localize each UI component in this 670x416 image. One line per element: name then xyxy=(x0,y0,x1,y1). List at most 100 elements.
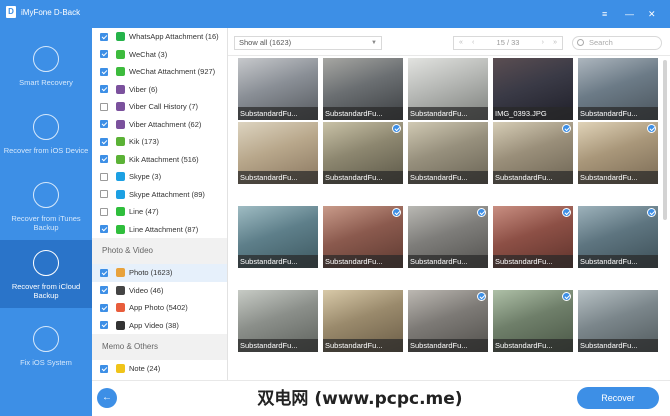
category-row[interactable]: Skype (3) xyxy=(92,168,227,186)
category-checkbox[interactable] xyxy=(100,172,108,181)
category-label: Viber Attachment (62) xyxy=(129,119,202,129)
recover-button[interactable]: Recover xyxy=(577,387,659,409)
category-row[interactable]: WhatsApp Attachment (16) xyxy=(92,28,227,46)
category-label: WeChat (3) xyxy=(129,49,168,59)
category-checkbox[interactable] xyxy=(100,32,108,41)
search-icon xyxy=(577,39,584,46)
scrollbar-thumb[interactable] xyxy=(663,60,667,220)
category-row[interactable]: Note (24) xyxy=(92,360,227,378)
first-page-button[interactable]: « xyxy=(459,37,463,49)
photo-caption: SubstandardFu... xyxy=(578,339,658,352)
photo-thumbnail[interactable]: SubstandardFu... xyxy=(578,206,658,268)
photo-thumbnail[interactable]: SubstandardFu... xyxy=(408,122,488,184)
photo-caption: SubstandardFu... xyxy=(238,339,318,352)
checkmark-icon[interactable] xyxy=(647,208,656,217)
photo-thumbnail[interactable]: SubstandardFu... xyxy=(323,290,403,352)
category-checkbox[interactable] xyxy=(100,67,108,76)
category-row[interactable]: Line Attachment (87) xyxy=(92,221,227,239)
photo-thumbnail[interactable]: SubstandardFu... xyxy=(238,290,318,352)
category-checkbox[interactable] xyxy=(100,268,108,277)
photo-caption: SubstandardFu... xyxy=(578,107,658,120)
category-label: Photo (1623) xyxy=(129,268,173,278)
sidebar-item-phone[interactable]: Recover from iOS Device xyxy=(0,104,92,172)
category-row[interactable]: WeChat (3) xyxy=(92,46,227,64)
checkmark-icon[interactable] xyxy=(477,292,486,301)
category-checkbox[interactable] xyxy=(100,190,108,199)
section-header-photo-video: Photo & Video xyxy=(92,238,227,264)
category-row[interactable]: App Photo (5402) xyxy=(92,299,227,317)
close-button[interactable]: ✕ xyxy=(648,10,656,19)
photo-thumbnail[interactable]: SubstandardFu... xyxy=(408,290,488,352)
photo-caption: SubstandardFu... xyxy=(493,255,573,268)
checkmark-icon[interactable] xyxy=(562,208,571,217)
photo-thumbnail[interactable]: SubstandardFu... xyxy=(578,58,658,120)
category-row[interactable]: Photo (1623) xyxy=(92,264,227,282)
photo-grid: SubstandardFu... SubstandardFu... Substand… xyxy=(228,56,670,380)
app-title: iMyFone D-Back xyxy=(21,8,81,17)
footer: 双电网 (www.pcpc.me) Recover xyxy=(92,380,670,416)
category-checkbox[interactable] xyxy=(100,286,108,295)
category-checkbox[interactable] xyxy=(100,155,108,164)
last-page-button[interactable]: » xyxy=(553,37,557,49)
category-checkbox[interactable] xyxy=(100,207,108,216)
category-row[interactable]: Video (46) xyxy=(92,282,227,300)
category-row[interactable]: Viber (6) xyxy=(92,81,227,99)
category-checkbox[interactable] xyxy=(100,120,108,129)
menu-icon[interactable]: ≡ xyxy=(602,10,607,19)
sidebar-item-wrench[interactable]: Fix iOS System xyxy=(0,316,92,384)
photo-thumbnail[interactable]: IMG_0393.JPG xyxy=(493,58,573,120)
app-icon xyxy=(116,172,125,182)
category-row[interactable]: Kik (173) xyxy=(92,133,227,151)
sidebar-item-smart-recovery[interactable]: Smart Recovery xyxy=(0,36,92,104)
app-icon xyxy=(116,154,125,164)
photo-thumbnail[interactable]: SubstandardFu... xyxy=(238,122,318,184)
category-label: Kik (173) xyxy=(129,137,160,147)
photo-thumbnail[interactable]: SubstandardFu... xyxy=(493,122,573,184)
category-row[interactable]: Kik Attachment (516) xyxy=(92,151,227,169)
category-checkbox[interactable] xyxy=(100,225,108,234)
category-checkbox[interactable] xyxy=(100,137,108,146)
photo-thumbnail[interactable]: SubstandardFu... xyxy=(578,290,658,352)
photo-thumbnail[interactable]: SubstandardFu... xyxy=(323,206,403,268)
category-row[interactable]: Viber Call History (7) xyxy=(92,98,227,116)
category-checkbox[interactable] xyxy=(100,364,108,373)
checkmark-icon[interactable] xyxy=(562,292,571,301)
category-checkbox[interactable] xyxy=(100,102,108,111)
category-row[interactable]: WeChat Attachment (927) xyxy=(92,63,227,81)
category-row[interactable]: App Video (38) xyxy=(92,317,227,335)
photo-thumbnail[interactable]: SubstandardFu... xyxy=(408,206,488,268)
checkmark-icon[interactable] xyxy=(562,124,571,133)
photo-thumbnail[interactable]: SubstandardFu... xyxy=(323,58,403,120)
category-checkbox[interactable] xyxy=(100,321,108,330)
sidebar-item-music-note[interactable]: Recover from iTunes Backup xyxy=(0,172,92,240)
minimize-button[interactable]: — xyxy=(625,10,634,19)
checkmark-icon[interactable] xyxy=(477,208,486,217)
wrench-icon xyxy=(33,326,59,352)
photo-thumbnail[interactable]: SubstandardFu... xyxy=(323,122,403,184)
checkmark-icon[interactable] xyxy=(647,124,656,133)
checkmark-icon[interactable] xyxy=(392,208,401,217)
photo-thumbnail[interactable]: SubstandardFu... xyxy=(238,58,318,120)
category-checkbox[interactable] xyxy=(100,85,108,94)
grid-scrollbar[interactable] xyxy=(662,56,668,380)
next-page-button[interactable]: › xyxy=(542,37,544,49)
sidebar-item-cloud-download[interactable]: Recover from iCloud Backup xyxy=(0,240,92,308)
phone-icon xyxy=(33,114,59,140)
music-note-icon xyxy=(33,182,59,208)
category-row[interactable]: Viber Attachment (62) xyxy=(92,116,227,134)
checkmark-icon[interactable] xyxy=(392,124,401,133)
prev-page-button[interactable]: ‹ xyxy=(472,37,474,49)
photo-thumbnail[interactable]: SubstandardFu... xyxy=(408,58,488,120)
category-checkbox[interactable] xyxy=(100,50,108,59)
photo-thumbnail[interactable]: SubstandardFu... xyxy=(493,290,573,352)
back-button[interactable]: ← xyxy=(97,388,117,408)
filter-dropdown[interactable]: Show all (1623) ▼ xyxy=(234,36,382,50)
photo-thumbnail[interactable]: SubstandardFu... xyxy=(493,206,573,268)
category-label: Note (24) xyxy=(129,364,161,374)
photo-thumbnail[interactable]: SubstandardFu... xyxy=(578,122,658,184)
search-input[interactable]: Search xyxy=(572,36,662,50)
photo-thumbnail[interactable]: SubstandardFu... xyxy=(238,206,318,268)
category-checkbox[interactable] xyxy=(100,303,108,312)
category-row[interactable]: Line (47) xyxy=(92,203,227,221)
category-row[interactable]: Skype Attachment (89) xyxy=(92,186,227,204)
